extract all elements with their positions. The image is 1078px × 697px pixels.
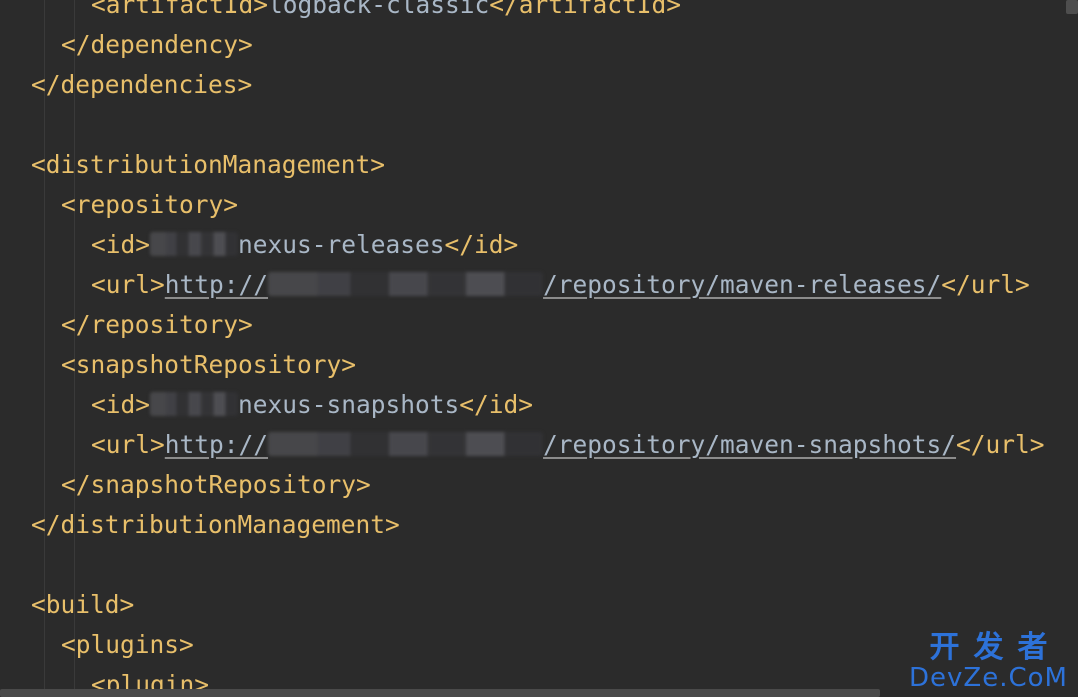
- url-text: http://: [164, 270, 269, 299]
- xml-tag: <distributionManagement>: [31, 150, 386, 179]
- code-line[interactable]: <id> nexus-snapshots</id>: [91, 385, 533, 425]
- redacted-text: [268, 272, 544, 296]
- code-line[interactable]: <distributionManagement>: [31, 145, 385, 185]
- xml-tag: </dependency>: [61, 30, 253, 59]
- code-line[interactable]: <url>http:// /repository/maven-releases/<…: [91, 265, 1030, 305]
- xml-tag: </url>: [941, 270, 1030, 299]
- watermark-en-text: DevZe.CoM: [909, 663, 1068, 693]
- xml-tag: <repository>: [61, 190, 239, 219]
- watermark-logo: 开发者 DevZe.CoM: [909, 633, 1068, 693]
- xml-tag: <url>: [91, 270, 165, 299]
- code-line[interactable]: </repository>: [61, 305, 253, 345]
- xml-tag: <snapshotRepository>: [61, 350, 357, 379]
- code-line[interactable]: <snapshotRepository>: [61, 345, 356, 385]
- vertical-scrollbar[interactable]: [1066, 0, 1078, 14]
- xml-tag: </id>: [459, 390, 534, 419]
- xml-tag: <url>: [91, 430, 165, 459]
- code-line[interactable]: <build>: [31, 585, 134, 625]
- text-value: logback-classic: [268, 0, 490, 19]
- horizontal-scrollbar[interactable]: [0, 689, 880, 697]
- code-line[interactable]: </dependency>: [61, 25, 253, 65]
- code-line[interactable]: <artifactId>logback-classic</artifactId>: [91, 0, 681, 25]
- redacted-text: [150, 392, 239, 416]
- xml-tag: </id>: [444, 230, 519, 259]
- xml-tag: </dependencies>: [31, 70, 253, 99]
- xml-tag: </artifactId>: [489, 0, 682, 19]
- xml-tag: <id>: [91, 230, 151, 259]
- text-value: nexus-snapshots: [238, 390, 460, 419]
- xml-tag: <plugins>: [61, 630, 194, 659]
- xml-tag: </url>: [956, 430, 1045, 459]
- url-text: /repository/maven-snapshots/: [543, 430, 957, 459]
- code-line[interactable]: <plugins>: [61, 625, 194, 665]
- watermark-cn-text: 开发者: [929, 630, 1062, 665]
- xml-tag: </snapshotRepository>: [61, 470, 371, 499]
- text-value: nexus-releases: [238, 230, 445, 259]
- redacted-text: [150, 232, 239, 256]
- code-editor[interactable]: <artifactId>logback-classic</artifactId>…: [0, 0, 1078, 697]
- code-line[interactable]: <repository>: [61, 185, 238, 225]
- xml-tag: <id>: [91, 390, 151, 419]
- xml-tag: </repository>: [61, 310, 253, 339]
- code-line[interactable]: <id> nexus-releases</id>: [91, 225, 518, 265]
- code-line[interactable]: <url>http:// /repository/maven-snapshots/…: [91, 425, 1045, 465]
- code-line[interactable]: </dependencies>: [31, 65, 252, 105]
- url-text: /repository/maven-releases/: [543, 270, 942, 299]
- xml-tag: <build>: [31, 590, 135, 619]
- redacted-text: [268, 432, 544, 456]
- url-text: http://: [164, 430, 269, 459]
- xml-tag: <artifactId>: [91, 0, 269, 19]
- code-line[interactable]: </snapshotRepository>: [61, 465, 371, 505]
- xml-tag: </distributionManagement>: [31, 510, 400, 539]
- code-line[interactable]: </distributionManagement>: [31, 505, 400, 545]
